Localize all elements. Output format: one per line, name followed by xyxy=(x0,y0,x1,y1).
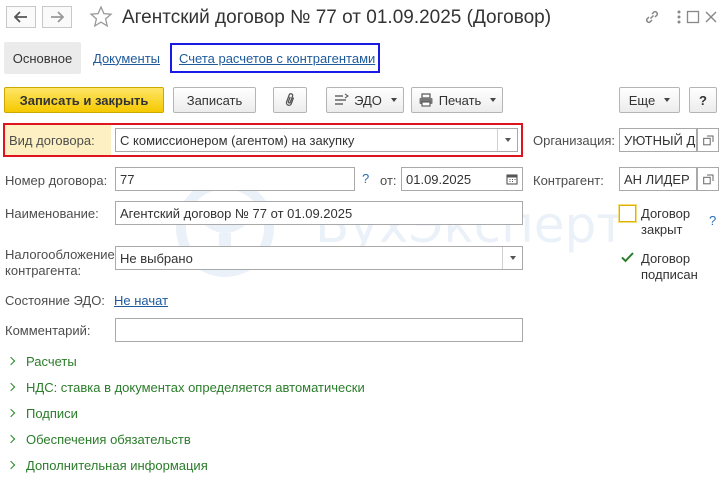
contract-signed-checkbox[interactable] xyxy=(619,249,636,266)
contract-closed-help[interactable]: ? xyxy=(709,213,716,228)
forward-button[interactable] xyxy=(42,6,72,28)
counterparty-value: АН ЛИДЕР xyxy=(624,171,690,187)
link-button[interactable] xyxy=(642,7,662,27)
arrow-right-icon xyxy=(51,11,64,23)
taxation-select[interactable]: Не выбрано xyxy=(115,246,523,270)
edo-state-label: Состояние ЭДО: xyxy=(5,293,105,308)
maximize-icon xyxy=(686,10,700,24)
contract-type-highlight-frame xyxy=(3,123,523,157)
comment-label: Комментарий: xyxy=(5,323,91,338)
organization-open-button[interactable] xyxy=(697,128,719,152)
date-input[interactable]: 01.09.2025 xyxy=(401,167,523,191)
organization-value: УЮТНЫЙ ДОМ xyxy=(624,132,696,148)
section-signatures[interactable]: Подписи xyxy=(6,404,78,422)
dropdown-button[interactable] xyxy=(502,247,522,269)
printer-icon xyxy=(419,93,433,107)
section-settlements[interactable]: Расчеты xyxy=(6,352,77,370)
chevron-right-icon xyxy=(6,408,16,418)
name-label: Наименование: xyxy=(5,206,99,221)
name-value: Агентский договор № 77 от 01.09.2025 xyxy=(120,205,353,221)
save-and-close-button[interactable]: Записать и закрыть xyxy=(4,87,164,113)
edo-state-link[interactable]: Не начат xyxy=(114,293,168,308)
watermark: БухЭксперт xyxy=(145,178,625,288)
chevron-right-icon xyxy=(6,382,16,392)
contract-number-input[interactable]: 77 xyxy=(115,167,355,191)
contract-number-help[interactable]: ? xyxy=(362,171,369,186)
organization-label: Организация: xyxy=(533,133,616,148)
tab-highlight-frame xyxy=(170,43,380,73)
contract-number-value: 77 xyxy=(120,171,135,187)
contract-number-label: Номер договора: xyxy=(5,173,108,188)
edo-icon xyxy=(335,93,350,105)
date-value: 01.09.2025 xyxy=(406,171,472,187)
checkmark-icon xyxy=(621,252,634,263)
save-button[interactable]: Записать xyxy=(173,87,256,113)
contract-closed-checkbox[interactable] xyxy=(619,205,636,222)
calendar-icon xyxy=(506,174,518,185)
date-label: от: xyxy=(380,173,397,188)
chevron-right-icon xyxy=(6,434,16,444)
contract-closed-label: Договор закрыт xyxy=(641,206,691,237)
more-actions-label: Еще xyxy=(628,92,656,108)
arrow-left-icon xyxy=(14,11,27,23)
watermark-logo-icon xyxy=(176,179,274,277)
favorite-button[interactable] xyxy=(89,5,113,29)
star-icon xyxy=(89,5,113,28)
section-vat[interactable]: НДС: ставка в документах определяется ав… xyxy=(6,378,365,396)
edo-label: ЭДО xyxy=(354,92,382,108)
close-icon xyxy=(705,11,717,23)
taxation-value: Не выбрано xyxy=(120,250,193,266)
open-link-icon xyxy=(702,174,713,184)
section-obligations[interactable]: Обеспечения обязательств xyxy=(6,430,191,448)
chevron-down-icon xyxy=(509,256,516,260)
comment-input[interactable] xyxy=(115,318,523,342)
paperclip-icon xyxy=(285,93,295,106)
section-additional-info[interactable]: Дополнительная информация xyxy=(6,456,208,474)
counterparty-label: Контрагент: xyxy=(533,173,604,188)
name-input[interactable]: Агентский договор № 77 от 01.09.2025 xyxy=(115,201,523,225)
chevron-right-icon xyxy=(6,460,16,470)
chevron-down-icon xyxy=(390,98,397,102)
calendar-button[interactable] xyxy=(502,168,522,190)
edo-menu-button[interactable]: ЭДО xyxy=(326,87,404,113)
organization-field[interactable]: УЮТНЫЙ ДОМ xyxy=(619,128,697,152)
tab-documents[interactable]: Документы xyxy=(93,42,160,74)
chevron-down-icon xyxy=(490,98,497,102)
contract-signed-label: Договор подписан xyxy=(641,251,698,282)
chevron-right-icon xyxy=(6,356,16,366)
taxation-label: Налогообложение контрагента: xyxy=(5,247,115,278)
window-title: Агентский договор № 77 от 01.09.2025 (До… xyxy=(122,7,552,28)
tab-main[interactable]: Основное xyxy=(4,42,81,74)
counterparty-field[interactable]: АН ЛИДЕР xyxy=(619,167,697,191)
counterparty-open-button[interactable] xyxy=(697,167,719,191)
print-label: Печать xyxy=(438,92,482,108)
link-icon xyxy=(645,10,659,24)
maximize-button[interactable] xyxy=(683,7,703,27)
attach-button[interactable] xyxy=(273,87,307,113)
chevron-down-icon xyxy=(664,98,671,102)
back-button[interactable] xyxy=(6,6,36,28)
help-button[interactable]: ? xyxy=(689,87,717,113)
open-link-icon xyxy=(702,135,713,145)
close-button[interactable] xyxy=(701,7,721,27)
more-actions-button[interactable]: Еще xyxy=(619,87,680,113)
print-menu-button[interactable]: Печать xyxy=(411,87,503,113)
